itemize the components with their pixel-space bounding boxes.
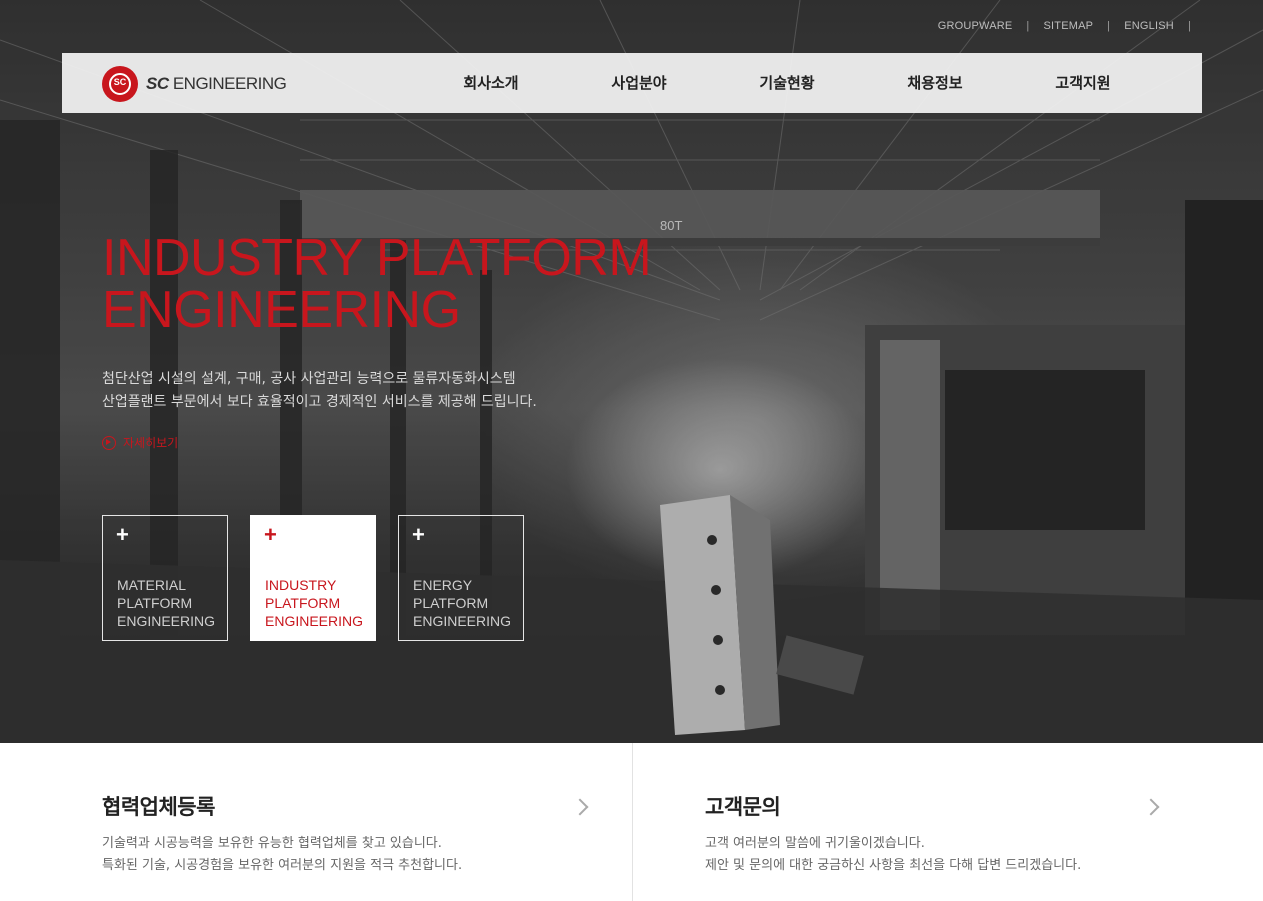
divider: | bbox=[1026, 20, 1030, 32]
tile-label: ENERGY PLATFORM ENGINEERING bbox=[413, 576, 511, 630]
tile-label: INDUSTRY PLATFORM ENGINEERING bbox=[265, 576, 363, 630]
menu-careers[interactable]: 채용정보 bbox=[861, 53, 1009, 113]
divider bbox=[632, 743, 633, 901]
hero-desc-line: 첨단산업 시설의 설계, 구매, 공사 사업관리 능력으로 물류자동화시스템 bbox=[102, 371, 516, 387]
plus-icon: + bbox=[264, 522, 277, 547]
panel-title: 고객문의 bbox=[705, 795, 781, 819]
read-more-link[interactable]: 자세히보기 bbox=[102, 434, 178, 451]
english-link[interactable]: ENGLISH bbox=[1124, 20, 1174, 32]
tile-label-line: PLATFORM bbox=[413, 595, 489, 611]
tile-label-line: MATERIAL bbox=[117, 577, 186, 593]
plus-icon: + bbox=[116, 522, 129, 547]
chevron-right-icon[interactable] bbox=[1142, 798, 1160, 816]
partner-registration-panel[interactable]: 협력업체등록 기술력과 시공능력을 보유한 유능한 협력업체를 찾고 있습니다.… bbox=[102, 743, 602, 901]
hero-banner: 80T GROUPWARE | SITEMAP | ENGLISH | SC S… bbox=[0, 0, 1263, 743]
plus-icon: + bbox=[412, 522, 425, 547]
hero-description: 첨단산업 시설의 설계, 구매, 공사 사업관리 능력으로 물류자동화시스템 산… bbox=[102, 368, 537, 414]
hero-desc-line: 산업플랜트 부문에서 보다 효율적이고 경제적인 서비스를 제공해 드립니다. bbox=[102, 394, 537, 410]
panel-description: 기술력과 시공능력을 보유한 유능한 협력업체를 찾고 있습니다. 특화된 기술,… bbox=[102, 833, 462, 877]
customer-inquiry-panel[interactable]: 고객문의 고객 여러분의 말씀에 귀기울이겠습니다. 제안 및 문의에 대한 궁금… bbox=[705, 743, 1175, 901]
tile-energy-platform[interactable]: + ENERGY PLATFORM ENGINEERING bbox=[398, 515, 524, 641]
menu-technology[interactable]: 기술현황 bbox=[713, 53, 861, 113]
tile-industry-platform[interactable]: + INDUSTRY PLATFORM ENGINEERING bbox=[250, 515, 376, 641]
tile-label-line: ENGINEERING bbox=[117, 613, 216, 629]
tile-label-line: ENGINEERING bbox=[413, 613, 512, 629]
tile-material-platform[interactable]: + MATERIAL PLATFORM ENGINEERING bbox=[102, 515, 228, 641]
logo-wordmark: SC ENGINEERING bbox=[146, 74, 287, 94]
read-more-label: 자세히보기 bbox=[123, 436, 179, 450]
hero-title-line: ENGINEERING bbox=[102, 281, 461, 339]
chevron-right-icon[interactable] bbox=[571, 798, 589, 816]
groupware-link[interactable]: GROUPWARE bbox=[938, 20, 1013, 32]
tile-label: MATERIAL PLATFORM ENGINEERING bbox=[117, 576, 215, 630]
menu-business[interactable]: 사업분야 bbox=[565, 53, 713, 113]
play-circle-icon bbox=[102, 435, 116, 450]
panel-desc-line: 제안 및 문의에 대한 궁금하신 사항을 최선을 다해 답변 드리겠습니다. bbox=[705, 858, 1082, 873]
utility-links: GROUPWARE | SITEMAP | ENGLISH | bbox=[938, 20, 1205, 32]
bottom-panels: 협력업체등록 기술력과 시공능력을 보유한 유능한 협력업체를 찾고 있습니다.… bbox=[0, 743, 1263, 901]
divider: | bbox=[1187, 20, 1191, 32]
tile-label-line: ENERGY bbox=[413, 577, 473, 593]
logo-mark-text: SC bbox=[113, 77, 127, 87]
sc-logo-icon: SC bbox=[102, 66, 138, 102]
hero-title: INDUSTRY PLATFORM ENGINEERING bbox=[102, 229, 652, 339]
menu-company[interactable]: 회사소개 bbox=[417, 53, 565, 113]
logo-brand: SC bbox=[146, 74, 169, 93]
panel-title: 협력업체등록 bbox=[102, 795, 215, 819]
main-menu: 회사소개 사업분야 기술현황 채용정보 고객지원 bbox=[417, 53, 1157, 113]
divider: | bbox=[1107, 20, 1111, 32]
menu-support[interactable]: 고객지원 bbox=[1009, 53, 1157, 113]
logo-brand-rest: ENGINEERING bbox=[168, 74, 287, 93]
tile-label-line: PLATFORM bbox=[265, 595, 341, 611]
panel-desc-line: 고객 여러분의 말씀에 귀기울이겠습니다. bbox=[705, 836, 925, 851]
main-navigation-bar: SC SC ENGINEERING 회사소개 사업분야 기술현황 채용정보 고객… bbox=[62, 53, 1202, 113]
panel-desc-line: 특화된 기술, 시공경험을 보유한 여러분의 지원을 적극 추천합니다. bbox=[102, 858, 463, 873]
panel-description: 고객 여러분의 말씀에 귀기울이겠습니다. 제안 및 문의에 대한 궁금하신 사항… bbox=[705, 833, 1081, 877]
site-logo[interactable]: SC SC ENGINEERING bbox=[102, 66, 287, 102]
tile-label-line: INDUSTRY bbox=[265, 577, 337, 593]
tile-label-line: ENGINEERING bbox=[265, 613, 364, 629]
hero-title-line: INDUSTRY PLATFORM bbox=[102, 229, 652, 287]
sitemap-link[interactable]: SITEMAP bbox=[1043, 20, 1093, 32]
tile-label-line: PLATFORM bbox=[117, 595, 193, 611]
panel-desc-line: 기술력과 시공능력을 보유한 유능한 협력업체를 찾고 있습니다. bbox=[102, 836, 442, 851]
